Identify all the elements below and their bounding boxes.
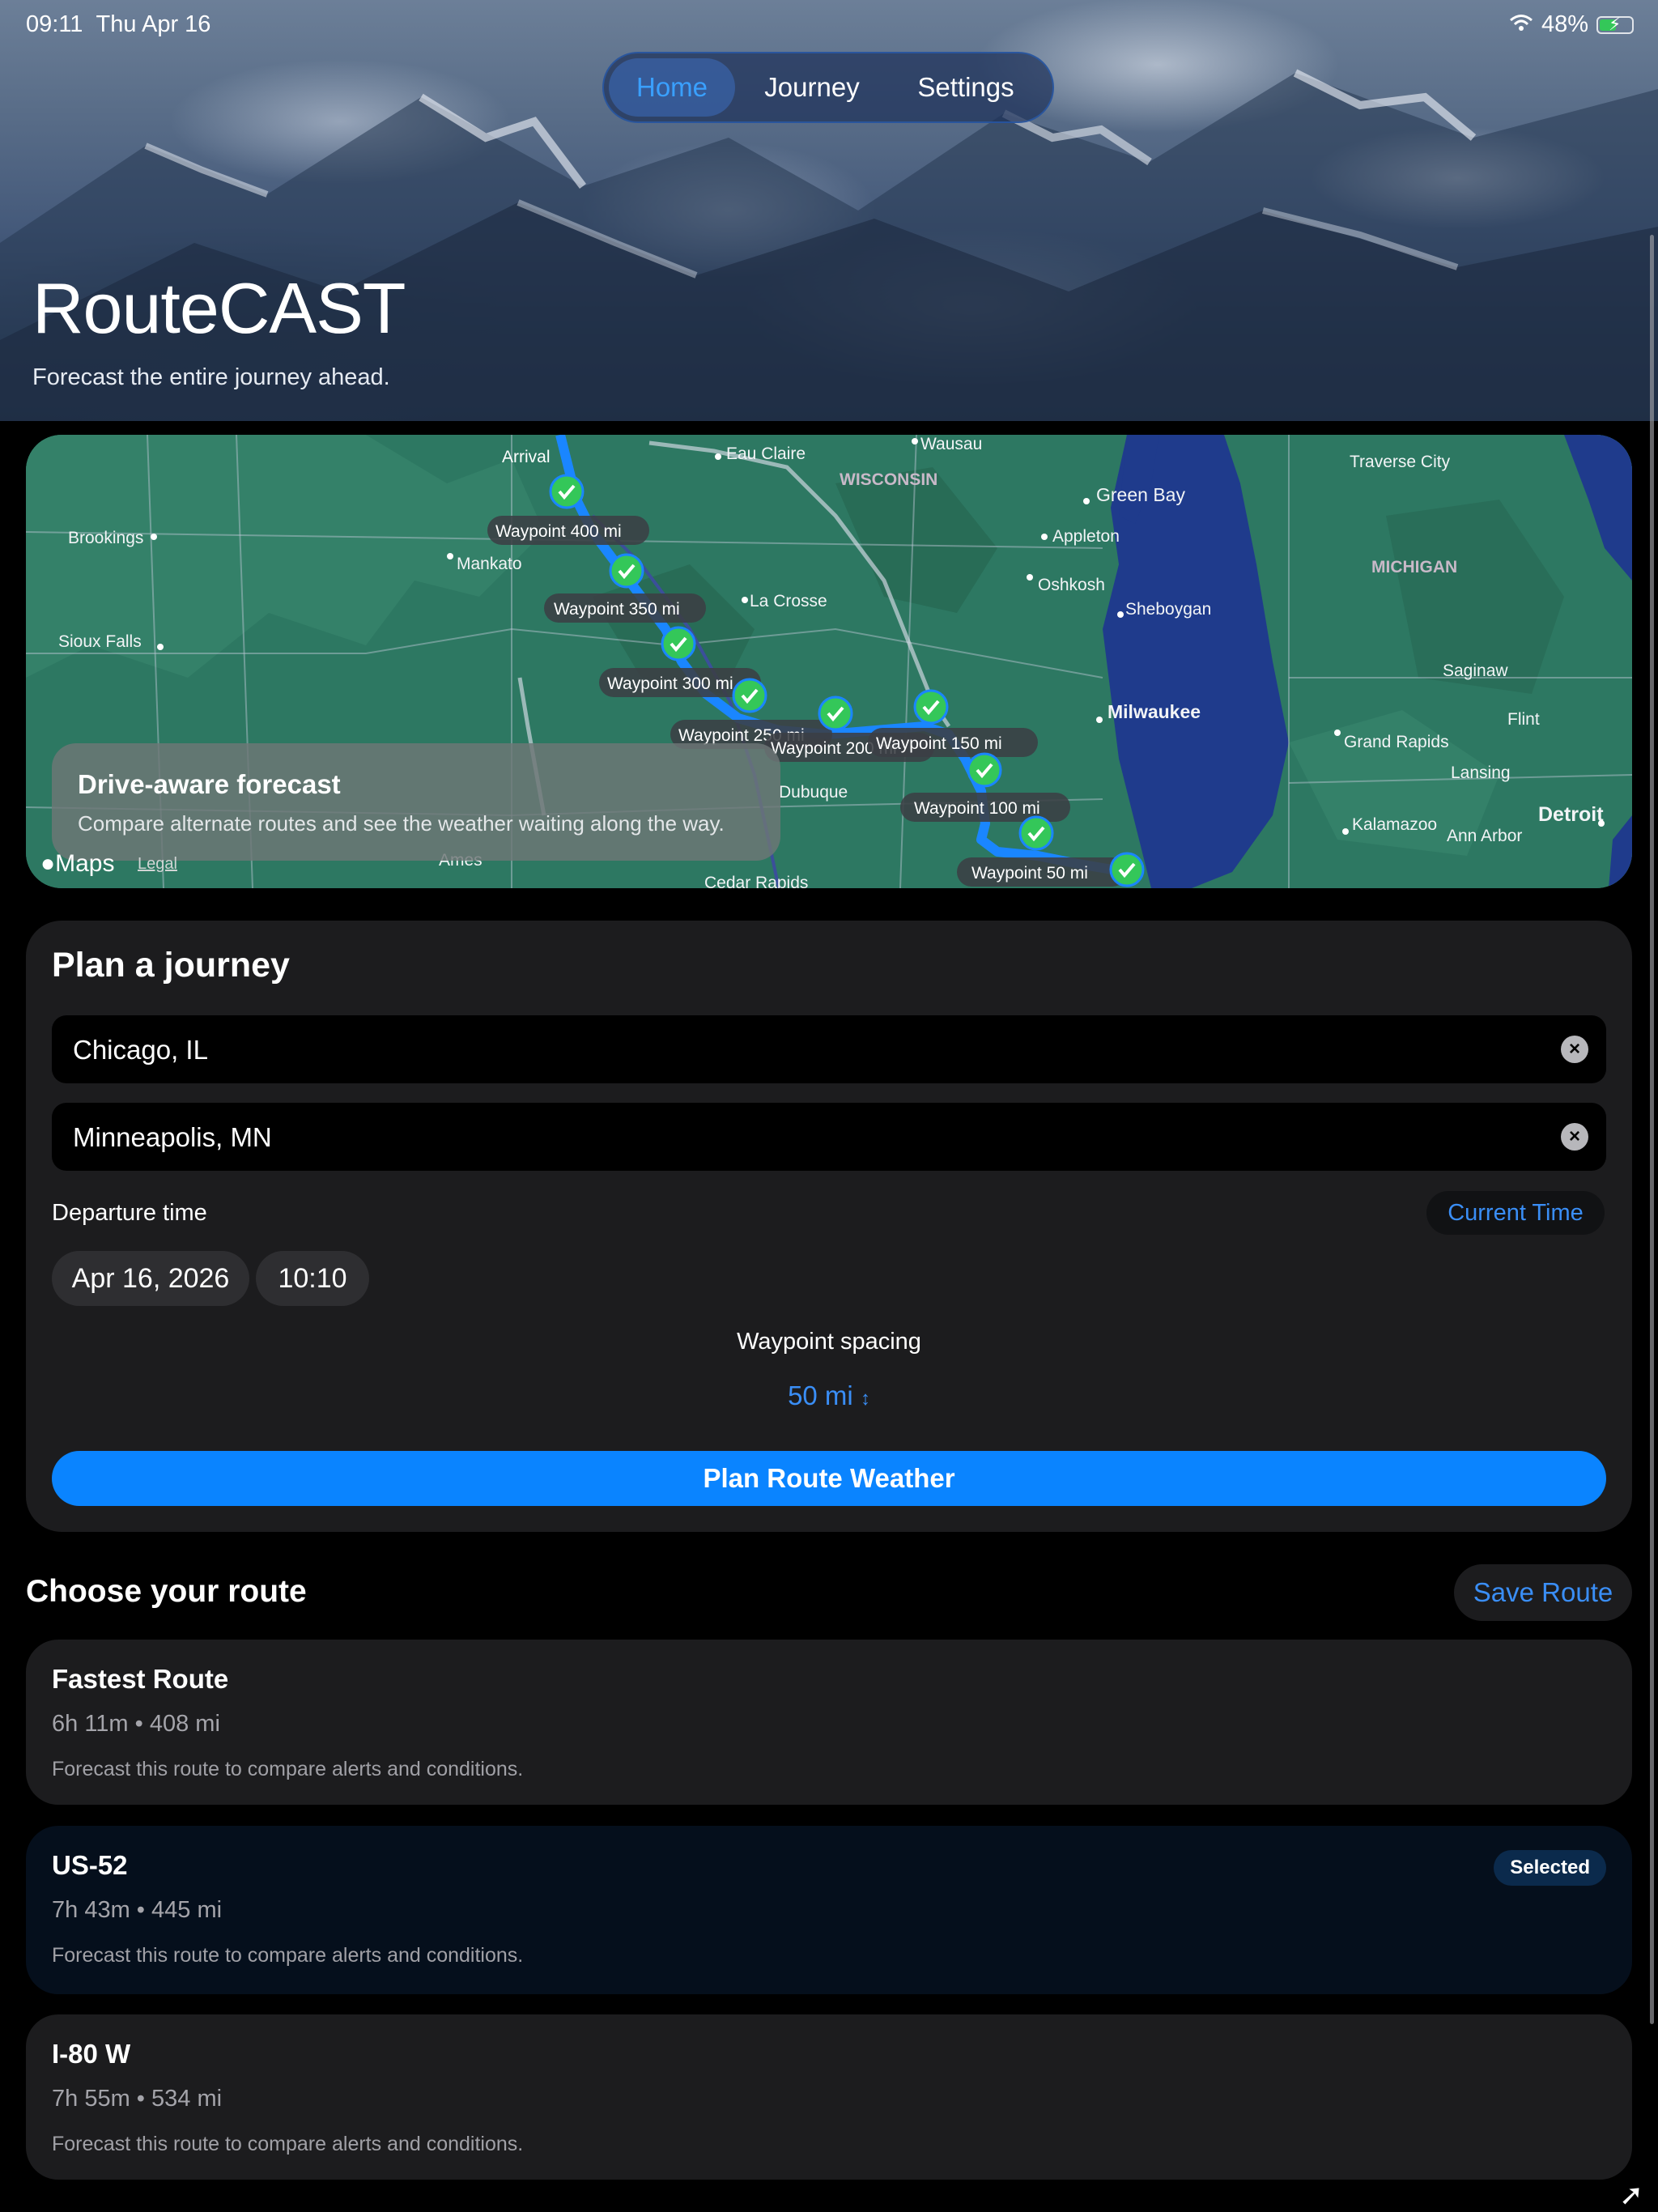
map-city-label: Grand Rapids (1344, 733, 1449, 751)
current-time-button[interactable]: Current Time (1426, 1191, 1605, 1235)
plan-panel (26, 921, 1632, 1532)
route-name: Fastest Route (52, 1664, 229, 1694)
map-city-label: Appleton (1052, 527, 1120, 546)
legal-link[interactable]: Legal (138, 855, 177, 874)
save-route-button[interactable]: Save Route (1454, 1564, 1632, 1621)
app-subtitle: Forecast the entire journey ahead. (32, 364, 390, 390)
waypoint-label: Waypoint 350 mi (554, 600, 680, 619)
map-city-label: Traverse City (1350, 453, 1451, 471)
route-note: Forecast this route to compare alerts an… (52, 1944, 524, 1967)
route-meta: 7h 55m • 534 mi (52, 2086, 223, 2112)
route-note: Forecast this route to compare alerts an… (52, 1758, 524, 1780)
map-city-label: Milwaukee (1107, 701, 1201, 722)
check-icon (732, 678, 767, 713)
route-name: US-52 (52, 1850, 128, 1880)
check-icon (661, 626, 696, 661)
waypoint-label: Waypoint 400 mi (495, 522, 622, 541)
tab-home[interactable]: Home (609, 58, 735, 117)
wifi-icon (1509, 11, 1533, 38)
overlay-subtitle: Compare alternate routes and see the wea… (78, 811, 725, 836)
check-icon (609, 553, 644, 589)
status-indicators: 48% ⚡ (1509, 11, 1634, 38)
map-city-label: Sioux Falls (58, 632, 142, 651)
map-city-label: Wausau (920, 435, 982, 453)
plan-title: Plan a journey (52, 946, 290, 985)
map-region-label: WISCONSIN (840, 470, 937, 489)
map-city-label: Cedar Rapids (704, 874, 808, 888)
route-meta: 7h 43m • 445 mi (52, 1897, 223, 1923)
map-region-label: MICHIGAN (1371, 558, 1457, 576)
plan-route-weather-button[interactable]: Plan Route Weather (52, 1451, 1606, 1506)
overlay-title: Drive-aware forecast (78, 769, 341, 799)
waypoint-label: Waypoint 50 mi (971, 864, 1088, 883)
tab-journey[interactable]: Journey (735, 58, 889, 117)
route-card-us52[interactable]: US-52 Selected 7h 43m • 445 mi Forecast … (26, 1826, 1632, 1994)
origin-field[interactable]: × (52, 1015, 1606, 1085)
check-icon (1109, 852, 1145, 887)
origin-input[interactable] (71, 1015, 1532, 1085)
status-time: 09:11 Thu Apr 16 (26, 11, 211, 37)
clear-icon[interactable]: × (1561, 1123, 1588, 1151)
check-icon (1018, 815, 1054, 851)
spacing-label: Waypoint spacing (737, 1329, 921, 1355)
check-icon (967, 752, 1002, 788)
route-meta: 6h 11m • 408 mi (52, 1711, 220, 1737)
route-card-i80w[interactable]: I-80 W 7h 55m • 534 mi Forecast this rou… (26, 2014, 1632, 2180)
check-icon (818, 696, 853, 731)
map-city-label: Lansing (1451, 764, 1511, 782)
date-picker[interactable]: Apr 16, 2026 (52, 1251, 249, 1306)
map-city-label: Flint (1507, 710, 1540, 729)
map-city-label: Saginaw (1443, 661, 1508, 680)
scrollbar[interactable] (1650, 235, 1654, 2024)
map-city-label: Green Bay (1096, 484, 1185, 505)
waypoint-label: Waypoint 100 mi (914, 799, 1040, 818)
selected-badge: Selected (1494, 1850, 1606, 1886)
time-picker[interactable]: 10:10 (256, 1251, 369, 1306)
map-city-label: Detroit (1538, 803, 1604, 826)
map-city-label: Oshkosh (1038, 576, 1105, 594)
chevron-updown-icon: ↕ (860, 1388, 870, 1410)
check-icon (549, 474, 585, 509)
check-icon (913, 689, 949, 725)
battery-icon: ⚡ (1596, 14, 1634, 34)
destination-field[interactable]: × (52, 1103, 1606, 1172)
map-city-label: Sheboygan (1125, 600, 1211, 619)
route-note: Forecast this route to compare alerts an… (52, 2133, 524, 2155)
pencil-corner-icon: ➚ (1619, 2178, 1644, 2211)
forecast-overlay-card: Drive-aware forecast Compare alternate r… (52, 743, 780, 861)
map-city-label: Kalamazoo (1352, 815, 1437, 834)
routes-title: Choose your route (26, 1574, 307, 1609)
clear-icon[interactable]: × (1561, 1036, 1588, 1063)
map-city-label: Brookings (68, 529, 143, 547)
map-city-label: Mankato (457, 555, 522, 573)
waypoint-label: Waypoint 150 mi (876, 734, 1002, 753)
map-city-label: La Crosse (750, 592, 827, 610)
map-city-label: Eau Claire (726, 445, 806, 463)
map-city-label: Ann Arbor (1447, 827, 1522, 845)
map-city-label: Dubuque (779, 783, 848, 802)
route-card-fastest[interactable]: Fastest Route 6h 11m • 408 mi Forecast t… (26, 1640, 1632, 1805)
spacing-picker[interactable]: 50 mi ↕ (0, 1380, 1658, 1411)
waypoint-label: Waypoint 300 mi (607, 674, 733, 693)
waypoint-label-arrival: Arrival (502, 448, 551, 466)
tab-settings[interactable]: Settings (889, 58, 1043, 117)
battery-percentage: 48% (1541, 11, 1588, 37)
route-name: I-80 W (52, 2039, 131, 2069)
maps-attribution: ●Maps (40, 850, 115, 877)
destination-input[interactable] (71, 1103, 1532, 1172)
apple-logo-icon: ● (40, 850, 56, 877)
app-title: RouteCAST (32, 268, 406, 348)
departure-label: Departure time (52, 1200, 207, 1226)
tab-bar: Home Journey Settings (602, 52, 1054, 123)
